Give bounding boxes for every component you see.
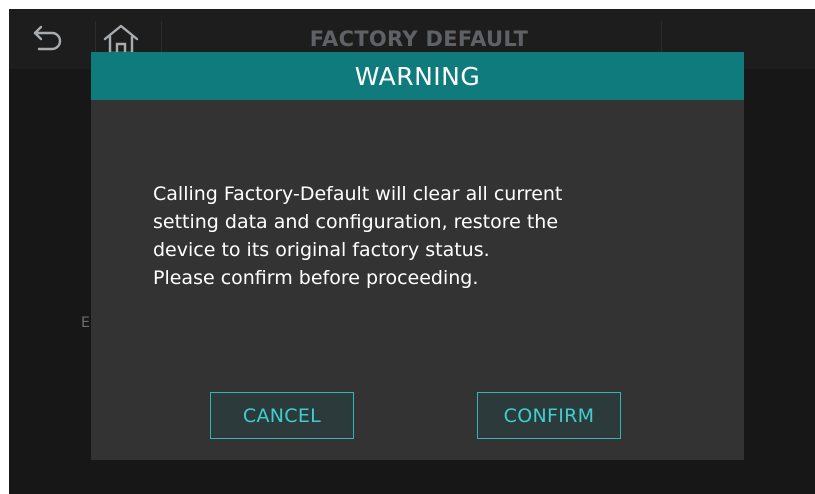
device-screen: FACTORY DEFAULT E WARNING Calling Factor… [9,9,815,494]
message-line: setting data and configuration, restore … [153,211,559,233]
message-line: Please confirm before proceeding. [153,267,479,289]
topbar-divider [95,21,96,55]
topbar-divider [661,21,662,55]
dialog-title: WARNING [354,61,481,91]
topbar-divider [161,21,162,55]
back-arrow-icon[interactable] [27,19,67,59]
message-line: Calling Factory-Default will clear all c… [153,183,563,205]
background-peek-text: E [81,315,90,331]
page-title: FACTORY DEFAULT [309,27,529,51]
message-line: device to its original factory status. [153,239,490,261]
dialog-header: WARNING [91,52,744,100]
warning-dialog: WARNING Calling Factory-Default will cle… [91,52,744,460]
dialog-message: Calling Factory-Default will clear all c… [153,180,653,292]
cancel-button[interactable]: CANCEL [210,392,354,439]
confirm-button[interactable]: CONFIRM [477,392,621,439]
